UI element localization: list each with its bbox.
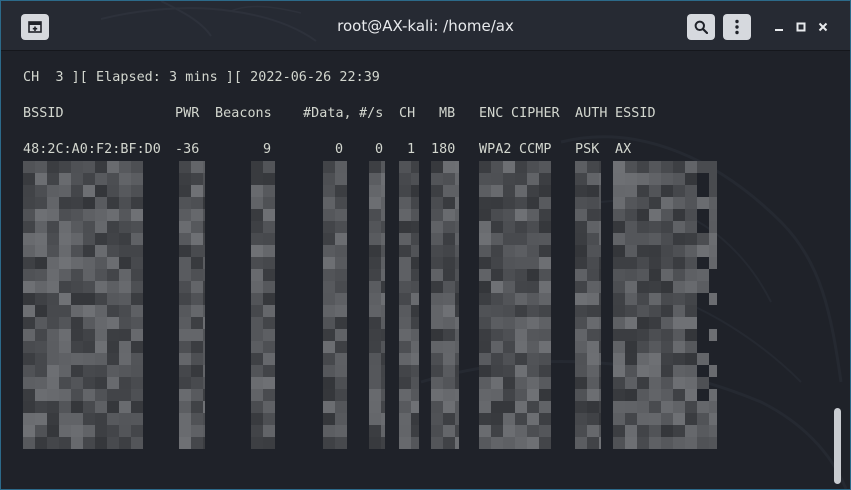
minimize-icon [775,29,783,31]
search-icon [694,20,708,34]
maximize-button[interactable] [791,16,811,38]
scrollbar-thumb[interactable] [834,408,841,484]
menu-button[interactable] [723,14,751,40]
close-icon [818,22,828,32]
search-button[interactable] [687,14,715,40]
close-button[interactable] [813,16,833,38]
kebab-menu-icon [735,19,739,35]
maximize-icon [796,22,806,32]
terminal-output[interactable]: CH 3 ][ Elapsed: 3 mins ][ 2022-06-26 22… [1,52,850,489]
minimize-button[interactable] [769,16,789,38]
terminal-window: root@AX-kali: /home/ax CH 3][Elapsed: … [0,0,851,490]
title-bar[interactable]: root@AX-kali: /home/ax [1,1,850,51]
pixelated-redaction [23,161,717,449]
